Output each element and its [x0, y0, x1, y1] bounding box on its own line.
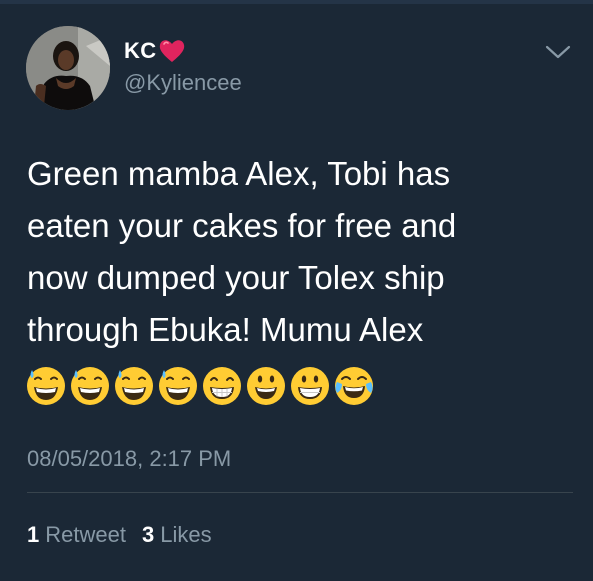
- retweets-count: 1: [27, 522, 40, 547]
- divider: [27, 492, 573, 493]
- grinning-sweat-emoji: [115, 367, 153, 405]
- emoji-row: [26, 366, 378, 412]
- likes-stat[interactable]: 3 Likes: [142, 522, 212, 548]
- tears-of-joy-emoji: [335, 367, 373, 405]
- tweet-line: eaten your cakes for free and: [27, 207, 457, 244]
- top-edge: [0, 0, 593, 4]
- grinning-emoji: [291, 367, 329, 405]
- grinning-sweat-emoji: [159, 367, 197, 405]
- tweet-line: Green mamba Alex, Tobi has: [27, 155, 451, 192]
- avatar[interactable]: [26, 26, 110, 110]
- likes-count: 3: [141, 522, 155, 547]
- retweets-label: Retweet: [45, 522, 126, 547]
- heart-icon: [158, 38, 186, 64]
- user-handle[interactable]: @Kyliencee: [124, 70, 242, 96]
- name-row[interactable]: KC: [124, 38, 186, 64]
- retweets-stat[interactable]: 1 Retweet: [27, 522, 126, 548]
- beaming-grin-emoji: [203, 367, 241, 405]
- grinning-sweat-emoji: [27, 367, 65, 405]
- tweet-line: now dumped your Tolex ship: [27, 259, 445, 296]
- tweet-line: through Ebuka! Mumu Alex: [27, 311, 424, 348]
- engagement-stats: 1 Retweet 3 Likes: [27, 522, 228, 548]
- avatar-photo: [26, 26, 110, 110]
- display-name[interactable]: KC: [124, 38, 156, 64]
- smiley-emoji: [247, 367, 285, 405]
- timestamp[interactable]: 08/05/2018, 2:17 PM: [27, 446, 231, 472]
- likes-label: Likes: [160, 522, 212, 547]
- tweet-text: Green mamba Alex, Tobi has eaten your ca…: [27, 148, 572, 356]
- chevron-down-icon[interactable]: [544, 42, 572, 62]
- grinning-sweat-emoji: [71, 367, 109, 405]
